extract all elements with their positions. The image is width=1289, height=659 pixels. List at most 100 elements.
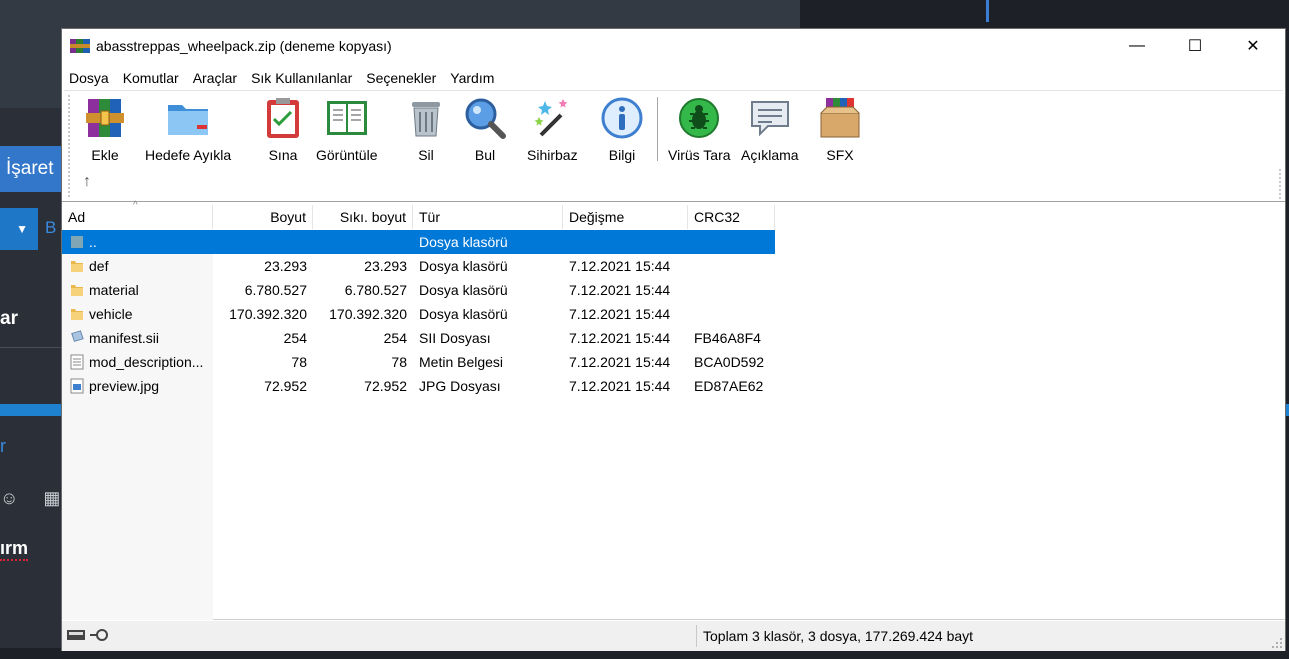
background-isaret-button[interactable]: İşaret xyxy=(0,146,62,192)
background-emoji-calendar-icons[interactable]: ☺ ▦ xyxy=(0,488,70,509)
minimize-button[interactable]: — xyxy=(1108,29,1166,63)
menu-sik-kullanilanlar[interactable]: Sık Kullanılanlar xyxy=(244,67,359,89)
file-modified-cell: 7.12.2021 15:44 xyxy=(569,354,671,370)
virus-scan-button[interactable]: Virüs Tara xyxy=(668,95,731,167)
maximize-button[interactable]: ☐ xyxy=(1166,29,1224,63)
background-heading: ar xyxy=(0,308,18,329)
info-button[interactable]: Bilgi xyxy=(599,95,645,167)
trash-icon xyxy=(412,102,440,137)
background-link[interactable]: B xyxy=(45,218,56,238)
toolbar: Ekle Hedefe Ayıkla Sına Görüntüle Sil Bu… xyxy=(64,90,1283,200)
virus-scan-label: Virüs Tara xyxy=(668,147,731,163)
file-name-cell: material xyxy=(89,282,139,298)
sii-file-icon xyxy=(70,330,84,346)
background-text-irm: ırm xyxy=(0,538,29,561)
virus-scan-icon xyxy=(679,98,720,138)
background-header-right xyxy=(800,0,1289,30)
add-archive-icon xyxy=(86,99,124,137)
comment-button[interactable]: Açıklama xyxy=(741,95,799,167)
folder-file-icon xyxy=(70,282,84,298)
column-header-type[interactable]: Tür xyxy=(413,205,563,229)
file-packed-cell: 72.952 xyxy=(364,378,407,394)
delete-label: Sil xyxy=(418,147,434,163)
wizard-button[interactable]: Sihirbaz xyxy=(527,95,578,167)
file-packed-cell: 254 xyxy=(383,330,407,346)
file-row[interactable]: manifest.sii 254 254 SII Dosyası 7.12.2021 1… xyxy=(62,326,775,350)
drive-key-icon[interactable] xyxy=(66,627,112,643)
file-name-cell: mod_description... xyxy=(89,354,204,370)
menu-araclar[interactable]: Araçlar xyxy=(186,67,244,89)
file-size-cell: 23.293 xyxy=(264,258,307,274)
menu-yardim[interactable]: Yardım xyxy=(443,67,501,89)
extract-to-button[interactable]: Hedefe Ayıkla xyxy=(145,95,231,167)
file-crc-cell: BCA0D592 xyxy=(694,354,765,370)
column-header-packed[interactable]: Sıkı. boyut xyxy=(313,205,413,229)
file-row[interactable]: mod_description... 78 78 Metin Belgesi 7.12.… xyxy=(62,350,775,374)
toolbar-grip[interactable] xyxy=(68,95,70,197)
folder-file-icon xyxy=(70,306,84,322)
file-type-cell: Dosya klasörü xyxy=(419,306,508,322)
menu-komutlar[interactable]: Komutlar xyxy=(116,67,186,89)
test-label: Sına xyxy=(268,147,298,163)
file-packed-cell: 23.293 xyxy=(364,258,407,274)
file-row[interactable]: vehicle 170.392.320 170.392.320 Dosya klasö… xyxy=(62,302,775,326)
file-name-cell: def xyxy=(89,258,109,274)
column-header-modified[interactable]: Değişme xyxy=(563,205,688,229)
file-type-cell: Metin Belgesi xyxy=(419,354,504,370)
file-packed-cell: 170.392.320 xyxy=(329,306,407,322)
menu-dosya[interactable]: Dosya xyxy=(62,67,116,89)
sfx-label: SFX xyxy=(826,147,854,163)
file-name-cell: vehicle xyxy=(89,306,133,322)
file-size-cell: 78 xyxy=(291,354,307,370)
file-size-cell: 170.392.320 xyxy=(229,306,307,322)
file-packed-cell: 6.780.527 xyxy=(344,282,407,298)
close-button[interactable]: ✕ xyxy=(1224,29,1282,63)
file-modified-cell xyxy=(569,230,688,254)
background-divider xyxy=(0,347,62,348)
file-row[interactable]: def 23.293 23.293 Dosya klasörü 7.12.2021 15… xyxy=(62,254,775,278)
file-type-cell: Dosya klasörü xyxy=(419,258,508,274)
window-title: abasstreppas_wheelpack.zip (deneme kopya… xyxy=(96,38,392,54)
up-folder-button[interactable]: ↑ xyxy=(78,173,96,191)
view-button[interactable]: Görüntüle xyxy=(316,95,377,167)
file-crc-cell: ED87AE62 xyxy=(694,378,764,394)
column-header-size[interactable]: Boyut xyxy=(213,205,313,229)
resize-grip-icon[interactable] xyxy=(1271,637,1283,649)
comment-icon xyxy=(750,101,789,137)
file-size-cell: 72.952 xyxy=(264,378,307,394)
column-header-name[interactable]: Ad xyxy=(62,205,213,229)
toolbar-grip-right[interactable] xyxy=(1279,169,1281,199)
winrar-window: abasstreppas_wheelpack.zip (deneme kopya… xyxy=(61,28,1286,651)
file-name-cell: manifest.sii xyxy=(89,330,160,346)
file-modified-cell: 7.12.2021 15:44 xyxy=(569,378,671,394)
menu-secenekler[interactable]: Seçenekler xyxy=(359,67,443,89)
wizard-label: Sihirbaz xyxy=(527,147,578,163)
file-row-selected[interactable]: .. Dosya klasörü xyxy=(62,230,775,254)
file-modified-cell: 7.12.2021 15:44 xyxy=(569,330,671,346)
file-list[interactable]: ^ Ad Boyut Sıkı. boyut Tür Değişme CRC32… xyxy=(62,201,1285,620)
test-button[interactable]: Sına xyxy=(260,95,306,167)
find-button[interactable]: Bul xyxy=(462,95,508,167)
background-link-r[interactable]: r xyxy=(0,436,6,457)
test-clipboard-icon xyxy=(267,98,299,138)
background-dropdown-button[interactable]: ▼ xyxy=(0,208,38,250)
add-button[interactable]: Ekle xyxy=(82,95,128,167)
column-header-crc32[interactable]: CRC32 xyxy=(688,205,775,229)
file-name-cell: preview.jpg xyxy=(89,378,160,394)
file-packed-cell xyxy=(313,230,407,254)
file-row[interactable]: material 6.780.527 6.780.527 Dosya klasörü 7… xyxy=(62,278,775,302)
magnifier-icon xyxy=(465,98,506,139)
status-divider xyxy=(696,625,697,647)
file-crc-cell: FB46A8F4 xyxy=(694,330,761,346)
file-crc-cell xyxy=(694,278,775,302)
info-label: Bilgi xyxy=(608,147,636,163)
file-size-cell: 6.780.527 xyxy=(244,282,307,298)
file-type-cell: Dosya klasörü xyxy=(419,282,508,298)
sfx-button[interactable]: SFX xyxy=(817,95,863,167)
title-bar[interactable]: abasstreppas_wheelpack.zip (deneme kopya… xyxy=(62,29,1285,63)
file-packed-cell: 78 xyxy=(391,354,407,370)
status-bar: Toplam 3 klasör, 3 dosya, 177.269.424 ba… xyxy=(62,621,1285,651)
delete-button[interactable]: Sil xyxy=(403,95,449,167)
file-row[interactable]: preview.jpg 72.952 72.952 JPG Dosyası 7.12.2… xyxy=(62,374,775,398)
wizard-wand-icon xyxy=(534,99,568,137)
